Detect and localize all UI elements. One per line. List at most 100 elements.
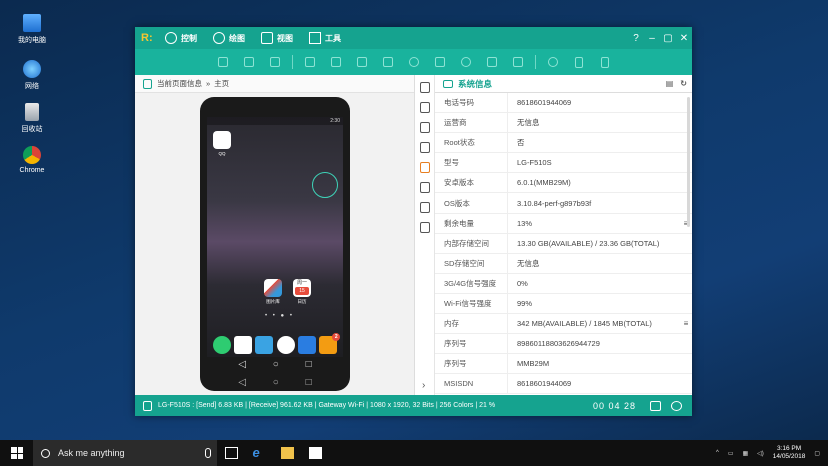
close-button[interactable]: ✕	[676, 33, 692, 44]
desktop-icon-network[interactable]: 网络	[12, 60, 52, 91]
edge-icon: e	[252, 445, 260, 460]
volume-down-icon	[217, 57, 228, 67]
qq-app-icon[interactable]	[213, 131, 231, 149]
volume-icon[interactable]: ◁)	[757, 450, 764, 457]
weather-icon[interactable]	[255, 336, 274, 354]
pen-icon	[486, 57, 497, 67]
session-timer: 00 04 28	[592, 400, 636, 411]
file-explorer-button[interactable]	[273, 440, 301, 466]
checkbox-icon[interactable]	[419, 142, 430, 153]
tool-rotate[interactable]	[540, 49, 566, 75]
floating-assist-button[interactable]	[312, 172, 338, 198]
phone-home-button[interactable]: ○	[273, 359, 279, 370]
expand-button[interactable]: ›	[422, 380, 425, 391]
file-icon[interactable]	[419, 202, 430, 213]
start-button[interactable]	[11, 447, 23, 459]
menu-control[interactable]: 控制	[165, 32, 197, 44]
info-scrollbar[interactable]	[687, 97, 690, 227]
tree-icon[interactable]	[419, 82, 430, 93]
clock[interactable]: 3:16 PM 14/05/2018	[773, 445, 806, 461]
clipboard-icon[interactable]: ▤	[666, 79, 674, 88]
phone-dialer-icon[interactable]	[212, 336, 231, 354]
edge-button[interactable]: e	[245, 440, 273, 466]
phone-screen[interactable]: 2:30 QQ 图片库 周一 15 日历 • • ● • 2	[207, 117, 343, 357]
browser-icon[interactable]	[297, 336, 316, 354]
battery-icon[interactable]: ▭	[728, 450, 734, 457]
tool-home[interactable]	[297, 49, 323, 75]
table-row: 型号 LG-F510S	[435, 153, 692, 174]
tool-back[interactable]	[349, 49, 375, 75]
calendar-app-icon[interactable]: 周一 15	[293, 279, 311, 297]
table-row: 内部存储空间 13.30 GB(AVAILABLE) / 23.36 GB(TOT…	[435, 233, 692, 254]
back-icon	[356, 57, 367, 67]
table-row: 序列号 MMB29M	[435, 354, 692, 375]
apps-drawer-icon[interactable]	[276, 336, 295, 354]
row-menu-icon[interactable]: ≡	[680, 219, 692, 228]
menu-draw[interactable]: 绘图	[213, 32, 245, 44]
task-view-icon	[224, 447, 238, 459]
taskbar-search[interactable]: Ask me anything	[33, 440, 217, 466]
desktop-icon-chrome[interactable]: Chrome	[12, 146, 52, 174]
tool-portrait[interactable]	[566, 49, 592, 75]
app-label: QQ	[218, 151, 226, 156]
tools-icon	[309, 32, 321, 44]
phone-status-bar: 2:30	[207, 117, 343, 125]
tool-eraser[interactable]	[505, 49, 531, 75]
task-view-button[interactable]	[217, 440, 245, 466]
document-icon[interactable]	[419, 182, 430, 193]
phone-back-button[interactable]: ◁	[238, 359, 246, 370]
table-row: Root状态否	[435, 133, 692, 154]
search-icon	[408, 57, 419, 67]
notifications-icon[interactable]: ▢	[814, 450, 820, 457]
screenshot-camera-icon[interactable]	[650, 400, 661, 411]
tool-settings[interactable]	[453, 49, 479, 75]
desktop-icon-computer[interactable]: 我的电脑	[12, 14, 52, 45]
table-row: MSISDN 8618601944069	[435, 374, 692, 395]
tool-landscape[interactable]	[592, 49, 618, 75]
phone-dock: 2	[207, 333, 343, 354]
menu-tools[interactable]: 工具	[309, 32, 341, 44]
device-icon[interactable]	[419, 122, 430, 133]
chevron-up-icon[interactable]: ^	[716, 450, 719, 456]
tool-menu[interactable]	[323, 49, 349, 75]
phone-recent-button[interactable]: □	[306, 359, 312, 370]
refresh-icon[interactable]: ↻	[680, 79, 687, 88]
table-row: OS版本 3.10.84-perf-g897b93f	[435, 193, 692, 214]
tool-camera[interactable]	[427, 49, 453, 75]
row-menu-icon[interactable]: ≡	[680, 319, 692, 328]
tool-recent[interactable]	[375, 49, 401, 75]
breadcrumb-parent[interactable]: 当前页面信息	[157, 78, 202, 89]
tool-volume-up[interactable]	[262, 49, 288, 75]
restore-button[interactable]: ▢	[660, 33, 676, 44]
network-tray-icon[interactable]: ▦	[742, 450, 748, 457]
phone-hw-home-button[interactable]: ○	[273, 377, 279, 388]
title-bar: R: 控制 绘图 视图 工具 ? – ▢ ✕	[135, 27, 692, 49]
microphone-icon[interactable]	[205, 448, 211, 458]
equalizer-icon[interactable]	[419, 102, 430, 113]
minimize-button[interactable]: –	[644, 33, 660, 44]
tool-volume-down[interactable]	[210, 49, 236, 75]
store-icon[interactable]: 2	[319, 333, 341, 354]
record-icon[interactable]	[671, 400, 682, 411]
phone-hw-recent-button[interactable]: □	[306, 377, 312, 388]
desktop-icon-label: Chrome	[19, 167, 45, 174]
gallery-app-icon[interactable]	[264, 279, 282, 297]
tool-volume-mid[interactable]	[236, 49, 262, 75]
help-button[interactable]: ?	[628, 33, 644, 44]
phone-mirror[interactable]: 2:30 QQ 图片库 周一 15 日历 • • ● • 2 ◁ ○ □ ◁ ○…	[200, 97, 350, 391]
system-info-header: 系统信息 ▤ ↻	[435, 75, 692, 93]
store-button[interactable]	[301, 440, 329, 466]
tool-search[interactable]	[401, 49, 427, 75]
notification-icon[interactable]	[419, 162, 430, 173]
panel-title: 系统信息	[458, 78, 493, 89]
tool-pen[interactable]	[479, 49, 505, 75]
store-bag-icon	[308, 447, 322, 459]
table-row: 剩余电量 13% ≡	[435, 213, 692, 234]
computer-icon	[23, 14, 41, 32]
contacts-icon[interactable]	[233, 336, 252, 354]
menu-view[interactable]: 视图	[261, 32, 293, 44]
phone-hw-back-button[interactable]: ◁	[238, 377, 246, 388]
transfer-icon[interactable]	[419, 222, 430, 233]
desktop-icon-recycle-bin[interactable]: 回收站	[12, 103, 52, 134]
notification-badge: 2	[332, 333, 341, 341]
